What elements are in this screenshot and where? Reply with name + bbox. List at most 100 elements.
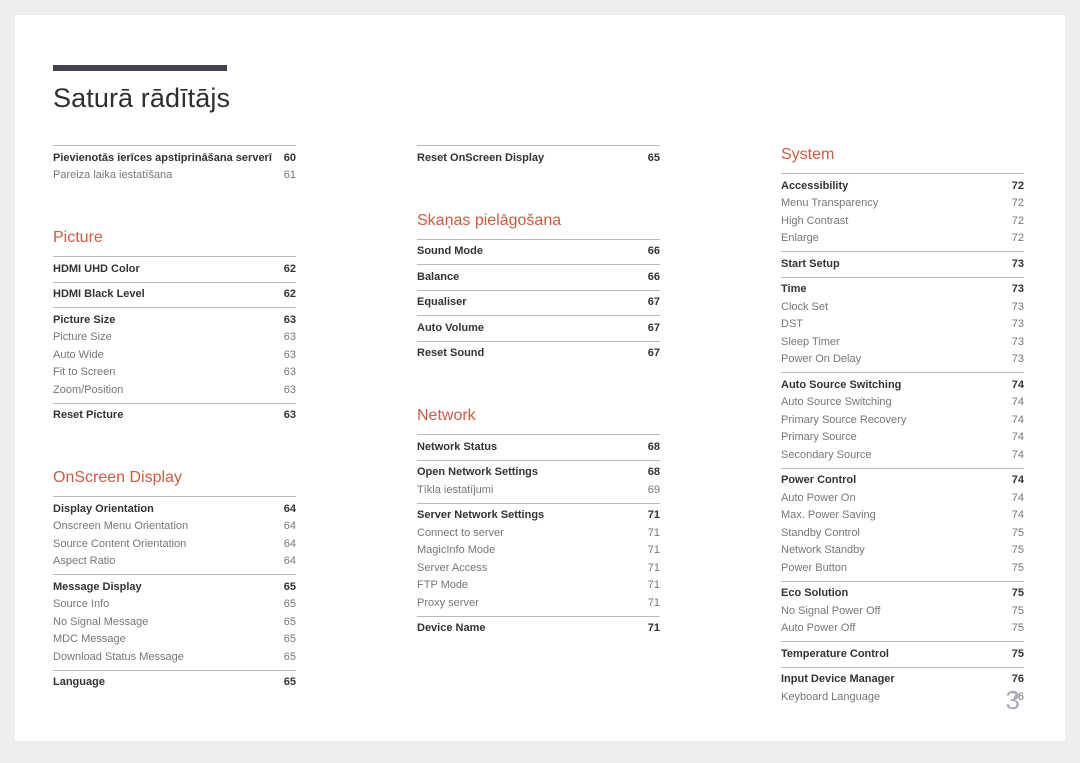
toc-entry-label: Primary Source Recovery [781,413,907,426]
toc-entry[interactable]: Eco Solution 75 [781,585,1024,603]
toc-entry[interactable]: Primary Source Recovery 74 [781,411,1024,429]
toc-entry-page: 72 [1011,197,1024,210]
toc-entry-page: 63 [283,313,296,326]
toc-entry[interactable]: Server Network Settings 71 [417,507,660,525]
toc-entry[interactable]: Language 65 [53,674,296,692]
toc-group: Reset Picture 63 [53,402,296,429]
toc-entry[interactable]: Auto Wide 63 [53,346,296,364]
document-page: Saturā rādītājs Pievienotās ierīces apst… [15,15,1065,741]
toc-entry-label: Primary Source [781,431,857,444]
toc-entry[interactable]: Source Info 65 [53,596,296,614]
section-heading: Picture [53,229,103,246]
toc-entry-label: Temperature Control [781,647,889,660]
toc-entry[interactable]: Max. Power Saving 74 [781,507,1024,525]
toc-entry-label: Auto Volume [417,321,485,334]
toc-entry[interactable]: Auto Source Switching 74 [781,376,1024,394]
toc-entry-page: 74 [1011,448,1024,461]
toc-entry[interactable]: Power On Delay 73 [781,351,1024,369]
toc-entry-label: Message Display [53,580,142,593]
toc-entry-label: HDMI Black Level [53,288,145,301]
section-heading: Network [417,407,476,425]
toc-entry[interactable]: Connect to server 71 [417,524,660,542]
toc-entry-page: 68 [647,440,660,453]
toc-entry[interactable]: Sleep Timer 73 [781,333,1024,351]
toc-entry[interactable]: Menu Transparency 72 [781,195,1024,213]
toc-entry-page: 74 [1011,509,1024,522]
toc-entry[interactable]: Auto Source Switching 74 [781,394,1024,412]
toc-entry-label: No Signal Message [53,615,149,628]
toc-entry-label: Auto Source Switching [781,378,902,391]
toc-entry-page: 65 [283,650,296,663]
toc-entry[interactable]: Message Display 65 [53,578,296,596]
toc-entry[interactable]: MDC Message 65 [53,631,296,649]
toc-entry[interactable]: Network Status 68 [417,438,660,456]
toc-entry[interactable]: Power Button 75 [781,559,1024,577]
toc-entry[interactable]: Pareiza laika iestatīšana 61 [53,167,296,185]
toc-entry[interactable]: Zoom/Position 63 [53,381,296,399]
toc-entry[interactable]: No Signal Message 65 [53,613,296,631]
toc-section: Network Network Status 68 Open Network Sett… [417,406,660,641]
toc-entry[interactable]: Time 73 [781,281,1024,299]
toc-entry[interactable]: Open Network Settings 68 [417,464,660,482]
toc-entry-label: High Contrast [781,214,849,227]
section-heading: Skaņas pielāgošana [417,211,562,229]
toc-entry[interactable]: Clock Set 73 [781,298,1024,316]
toc-entry[interactable]: Source Content Orientation 64 [53,535,296,553]
toc-entry[interactable]: Download Status Message 65 [53,648,296,666]
toc-entry-page: 73 [1011,283,1024,296]
toc-entry[interactable]: Start Setup 73 [781,255,1024,273]
toc-entry[interactable]: HDMI Black Level 62 [53,286,296,304]
toc-entry-label: Network Status [417,440,498,453]
toc-entry[interactable]: Reset OnScreen Display 65 [417,149,660,167]
toc-entry[interactable]: Fit to Screen 63 [53,364,296,382]
toc-entry[interactable]: No Signal Power Off 75 [781,602,1024,620]
toc-entry[interactable]: Sound Mode 66 [417,243,660,261]
toc-entry[interactable]: Tīkla iestatījumi 69 [417,481,660,499]
toc-entry[interactable]: Primary Source 74 [781,429,1024,447]
toc-entry[interactable]: HDMI UHD Color 62 [53,260,296,278]
toc-entry[interactable]: Keyboard Language 76 [781,688,1024,706]
toc-entry-label: Sound Mode [417,245,483,258]
toc-entry[interactable]: Reset Sound 67 [417,345,660,363]
toc-entry[interactable]: MagicInfo Mode 71 [417,542,660,560]
toc-entry-label: Display Orientation [53,502,154,515]
toc-entry[interactable]: Secondary Source 74 [781,446,1024,464]
toc-entry[interactable]: High Contrast 72 [781,212,1024,230]
toc-entry-label: Reset OnScreen Display [417,151,545,164]
toc-entry-label: Auto Power Off [781,622,856,635]
toc-entry[interactable]: Display Orientation 64 [53,500,296,518]
toc-group: Message Display 65 Source Info 65 No Signal … [53,574,296,670]
toc-entry[interactable]: Enlarge 72 [781,230,1024,248]
toc-entry[interactable]: Balance 66 [417,268,660,286]
toc-section: Picture HDMI UHD Color 62 HDMI Black Level 6… [53,228,296,428]
toc-entry-page: 73 [1011,335,1024,348]
toc-entry-label: Auto Source Switching [781,396,892,409]
toc-entry-page: 72 [1011,214,1024,227]
toc-entry[interactable]: Temperature Control 75 [781,645,1024,663]
toc-entry[interactable]: Accessibility 72 [781,177,1024,195]
section-heading: OnScreen Display [53,469,182,487]
toc-group: Temperature Control 75 [781,641,1024,667]
toc-entry[interactable]: Onscreen Menu Orientation 64 [53,518,296,536]
toc-entry[interactable]: Power Control 74 [781,472,1024,490]
toc-entry[interactable]: Auto Power Off 75 [781,620,1024,638]
toc-entry[interactable]: Auto Power On 74 [781,489,1024,507]
toc-entry[interactable]: Network Standby 75 [781,542,1024,560]
toc-entry[interactable]: Auto Volume 67 [417,319,660,337]
toc-entry[interactable]: Aspect Ratio 64 [53,553,296,571]
toc-entry[interactable]: Device Name 71 [417,620,660,638]
toc-entry[interactable]: Server Access 71 [417,559,660,577]
toc-entry[interactable]: Proxy server 71 [417,594,660,612]
toc-entry[interactable]: Standby Control 75 [781,524,1024,542]
toc-entry-page: 73 [1011,300,1024,313]
toc-entry[interactable]: Input Device Manager 76 [781,671,1024,689]
toc-entry[interactable]: Reset Picture 63 [53,407,296,425]
toc-entry[interactable]: Picture Size 63 [53,311,296,329]
toc-entry[interactable]: Pievienotās ierīces apstiprināšana serve… [53,149,296,167]
toc-entry[interactable]: FTP Mode 71 [417,577,660,595]
toc-entry-label: Input Device Manager [781,673,895,686]
toc-entry[interactable]: DST 73 [781,316,1024,334]
toc-entry[interactable]: Picture Size 63 [53,329,296,347]
toc-group: Start Setup 73 [781,251,1024,277]
toc-entry[interactable]: Equaliser 67 [417,294,660,312]
